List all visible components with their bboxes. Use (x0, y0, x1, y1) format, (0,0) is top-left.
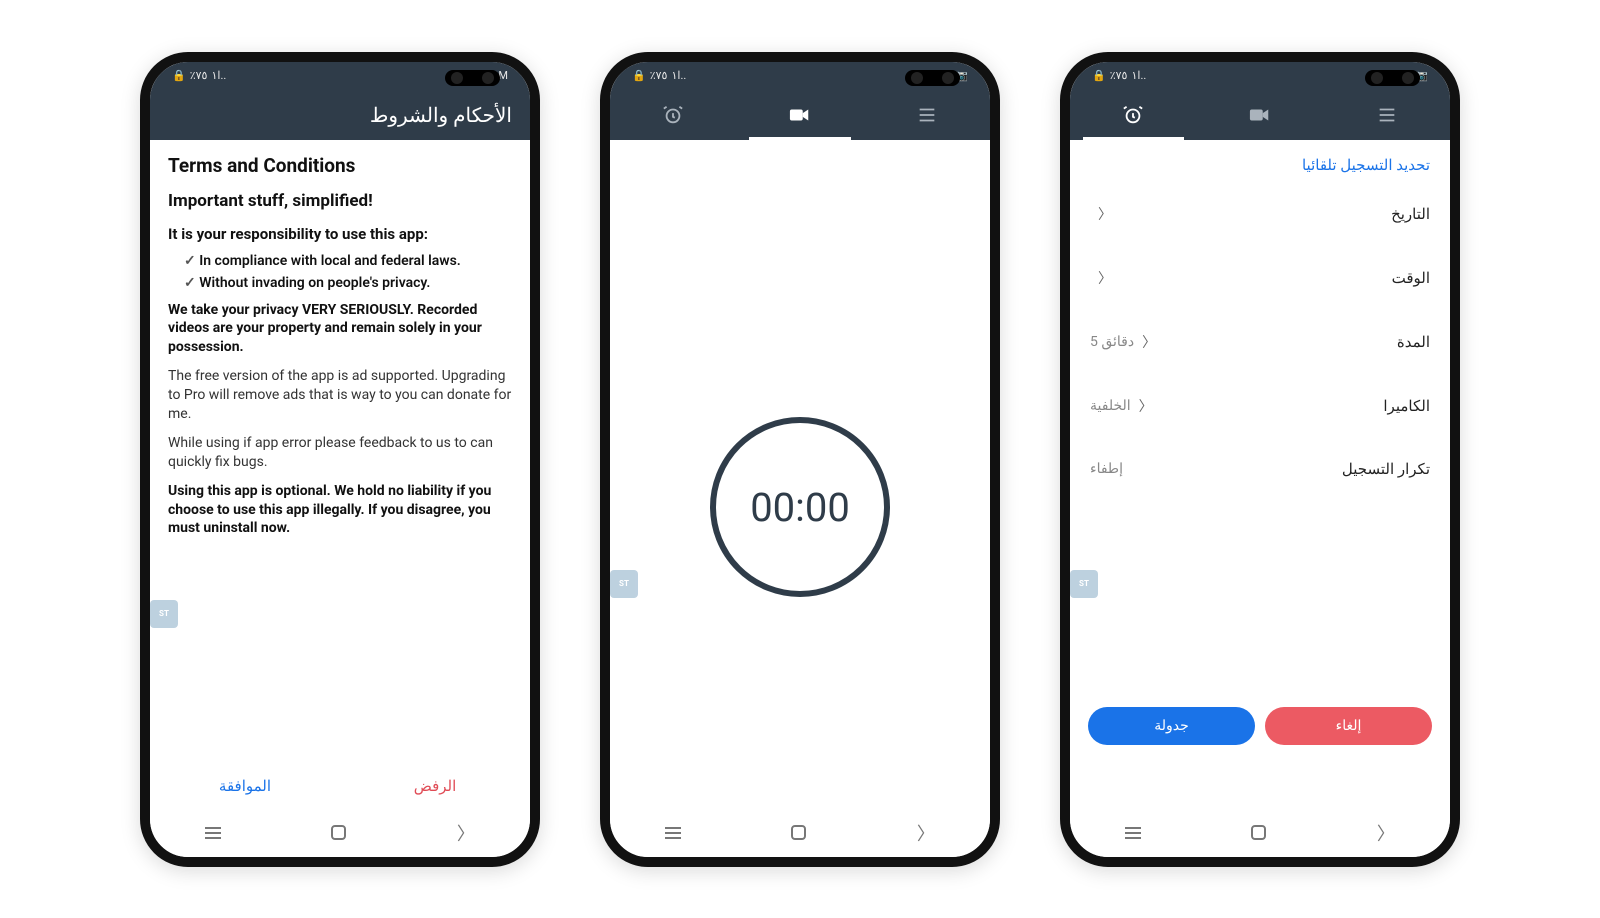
phone-timer: 🔒 ٪۷٥ ا۱.. ... ▶ 📷 00:00 ST 〉 (600, 52, 1000, 867)
tab-menu[interactable] (863, 90, 990, 140)
lock-icon: 🔒 (1092, 69, 1106, 82)
tab-alarm[interactable] (610, 90, 737, 140)
schedule-title: تحديد التسجيل تلقائيا (1070, 140, 1450, 182)
terms-content: Terms and Conditions Important stuff, si… (150, 140, 530, 809)
terms-bullet-compliance: In compliance with local and federal law… (184, 253, 512, 269)
row-time[interactable]: الوقت 〉 (1070, 246, 1450, 310)
video-icon (1249, 106, 1271, 124)
video-icon (789, 106, 811, 124)
terms-actions: الموافقة الرفض (150, 767, 530, 805)
reject-button[interactable]: الرفض (340, 767, 530, 805)
nav-back-icon[interactable]: 〉 (917, 820, 935, 846)
row-duration[interactable]: المدة 5 دقائق 〉 (1070, 310, 1450, 374)
nav-home-icon[interactable] (331, 825, 346, 840)
camera-notch (905, 70, 960, 86)
watermark-icon: ST (1070, 570, 1098, 598)
hamburger-icon (916, 104, 938, 126)
tab-alarm[interactable] (1070, 90, 1197, 140)
terms-feedback-paragraph: While using if app error please feedback… (168, 434, 512, 472)
terms-heading: Terms and Conditions (168, 154, 512, 177)
terms-ads-paragraph: The free version of the app is ad suppor… (168, 367, 512, 424)
row-repeat[interactable]: تكرار التسجيل إطفاء (1070, 438, 1450, 500)
tab-record[interactable] (1197, 90, 1324, 140)
schedule-content: تحديد التسجيل تلقائيا التاريخ 〉 الوقت 〉 … (1070, 140, 1450, 809)
signal-icon: ا۱.. (1131, 69, 1146, 82)
alarm-icon (662, 104, 684, 126)
accept-button[interactable]: الموافقة (150, 767, 340, 805)
android-nav-bar: 〉 (1070, 809, 1450, 857)
row-repeat-value: إطفاء (1090, 461, 1123, 477)
nav-home-icon[interactable] (791, 825, 806, 840)
row-repeat-label: تكرار التسجيل (1342, 460, 1430, 478)
timer-display: 00:00 (710, 417, 890, 597)
cancel-button[interactable]: إلغاء (1265, 707, 1432, 745)
terms-bullet-privacy: Without invading on people's privacy. (184, 275, 512, 291)
signal-icon: ا۱.. (211, 69, 226, 82)
alarm-icon (1122, 104, 1144, 126)
app-header: الأحكام والشروط (150, 90, 530, 140)
schedule-buttons: جدولة إلغاء (1088, 707, 1432, 745)
nav-back-icon[interactable]: 〉 (457, 820, 475, 846)
lock-icon: 🔒 (172, 69, 186, 82)
hamburger-icon (1376, 104, 1398, 126)
terms-responsibility-heading: It is your responsibility to use this ap… (168, 225, 512, 243)
chevron-left-icon: 〉 (1139, 396, 1153, 416)
phone-terms: 🔒 ٪۷٥ ا۱.. ... GM الأحكام والشروط Terms … (140, 52, 540, 867)
chevron-left-icon: 〉 (1098, 204, 1112, 224)
row-date-label: التاريخ (1391, 205, 1430, 223)
android-nav-bar: 〉 (150, 809, 530, 857)
timer-content: 00:00 ST (610, 140, 990, 867)
row-camera[interactable]: الكاميرا الخلفية 〉 (1070, 374, 1450, 438)
chevron-left-icon: 〉 (1142, 332, 1156, 352)
battery-text: ٪۷٥ (1110, 69, 1128, 82)
row-time-label: الوقت (1392, 269, 1430, 287)
nav-recent-icon[interactable] (665, 832, 681, 834)
tab-record[interactable] (737, 90, 864, 140)
nav-back-icon[interactable]: 〉 (1377, 820, 1395, 846)
row-duration-value: 5 دقائق (1090, 334, 1134, 350)
battery-text: ٪۷٥ (190, 69, 208, 82)
android-nav-bar: 〉 (610, 809, 990, 857)
header-title: الأحكام والشروط (370, 103, 512, 127)
row-camera-label: الكاميرا (1383, 397, 1430, 415)
tab-bar (610, 90, 990, 140)
terms-liability-paragraph: Using this app is optional. We hold no l… (168, 482, 512, 539)
terms-subheading: Important stuff, simplified! (168, 191, 512, 211)
row-date[interactable]: التاريخ 〉 (1070, 182, 1450, 246)
nav-home-icon[interactable] (1251, 825, 1266, 840)
signal-icon: ا۱.. (671, 69, 686, 82)
chevron-left-icon: 〉 (1098, 268, 1112, 288)
battery-text: ٪۷٥ (650, 69, 668, 82)
terms-privacy-paragraph: We take your privacy VERY SERIOUSLY. Rec… (168, 301, 512, 358)
camera-notch (445, 70, 500, 86)
camera-notch (1365, 70, 1420, 86)
watermark-icon: ST (150, 600, 178, 628)
tab-menu[interactable] (1323, 90, 1450, 140)
tab-bar (1070, 90, 1450, 140)
watermark-icon: ST (610, 570, 638, 598)
nav-recent-icon[interactable] (1125, 832, 1141, 834)
phone-schedule: 🔒 ٪۷٥ ا۱.. ... ▶ 📷 تحديد التسجيل تلقائيا… (1060, 52, 1460, 867)
schedule-button[interactable]: جدولة (1088, 707, 1255, 745)
nav-recent-icon[interactable] (205, 832, 221, 834)
row-duration-label: المدة (1397, 333, 1430, 351)
lock-icon: 🔒 (632, 69, 646, 82)
row-camera-value: الخلفية (1090, 398, 1131, 414)
